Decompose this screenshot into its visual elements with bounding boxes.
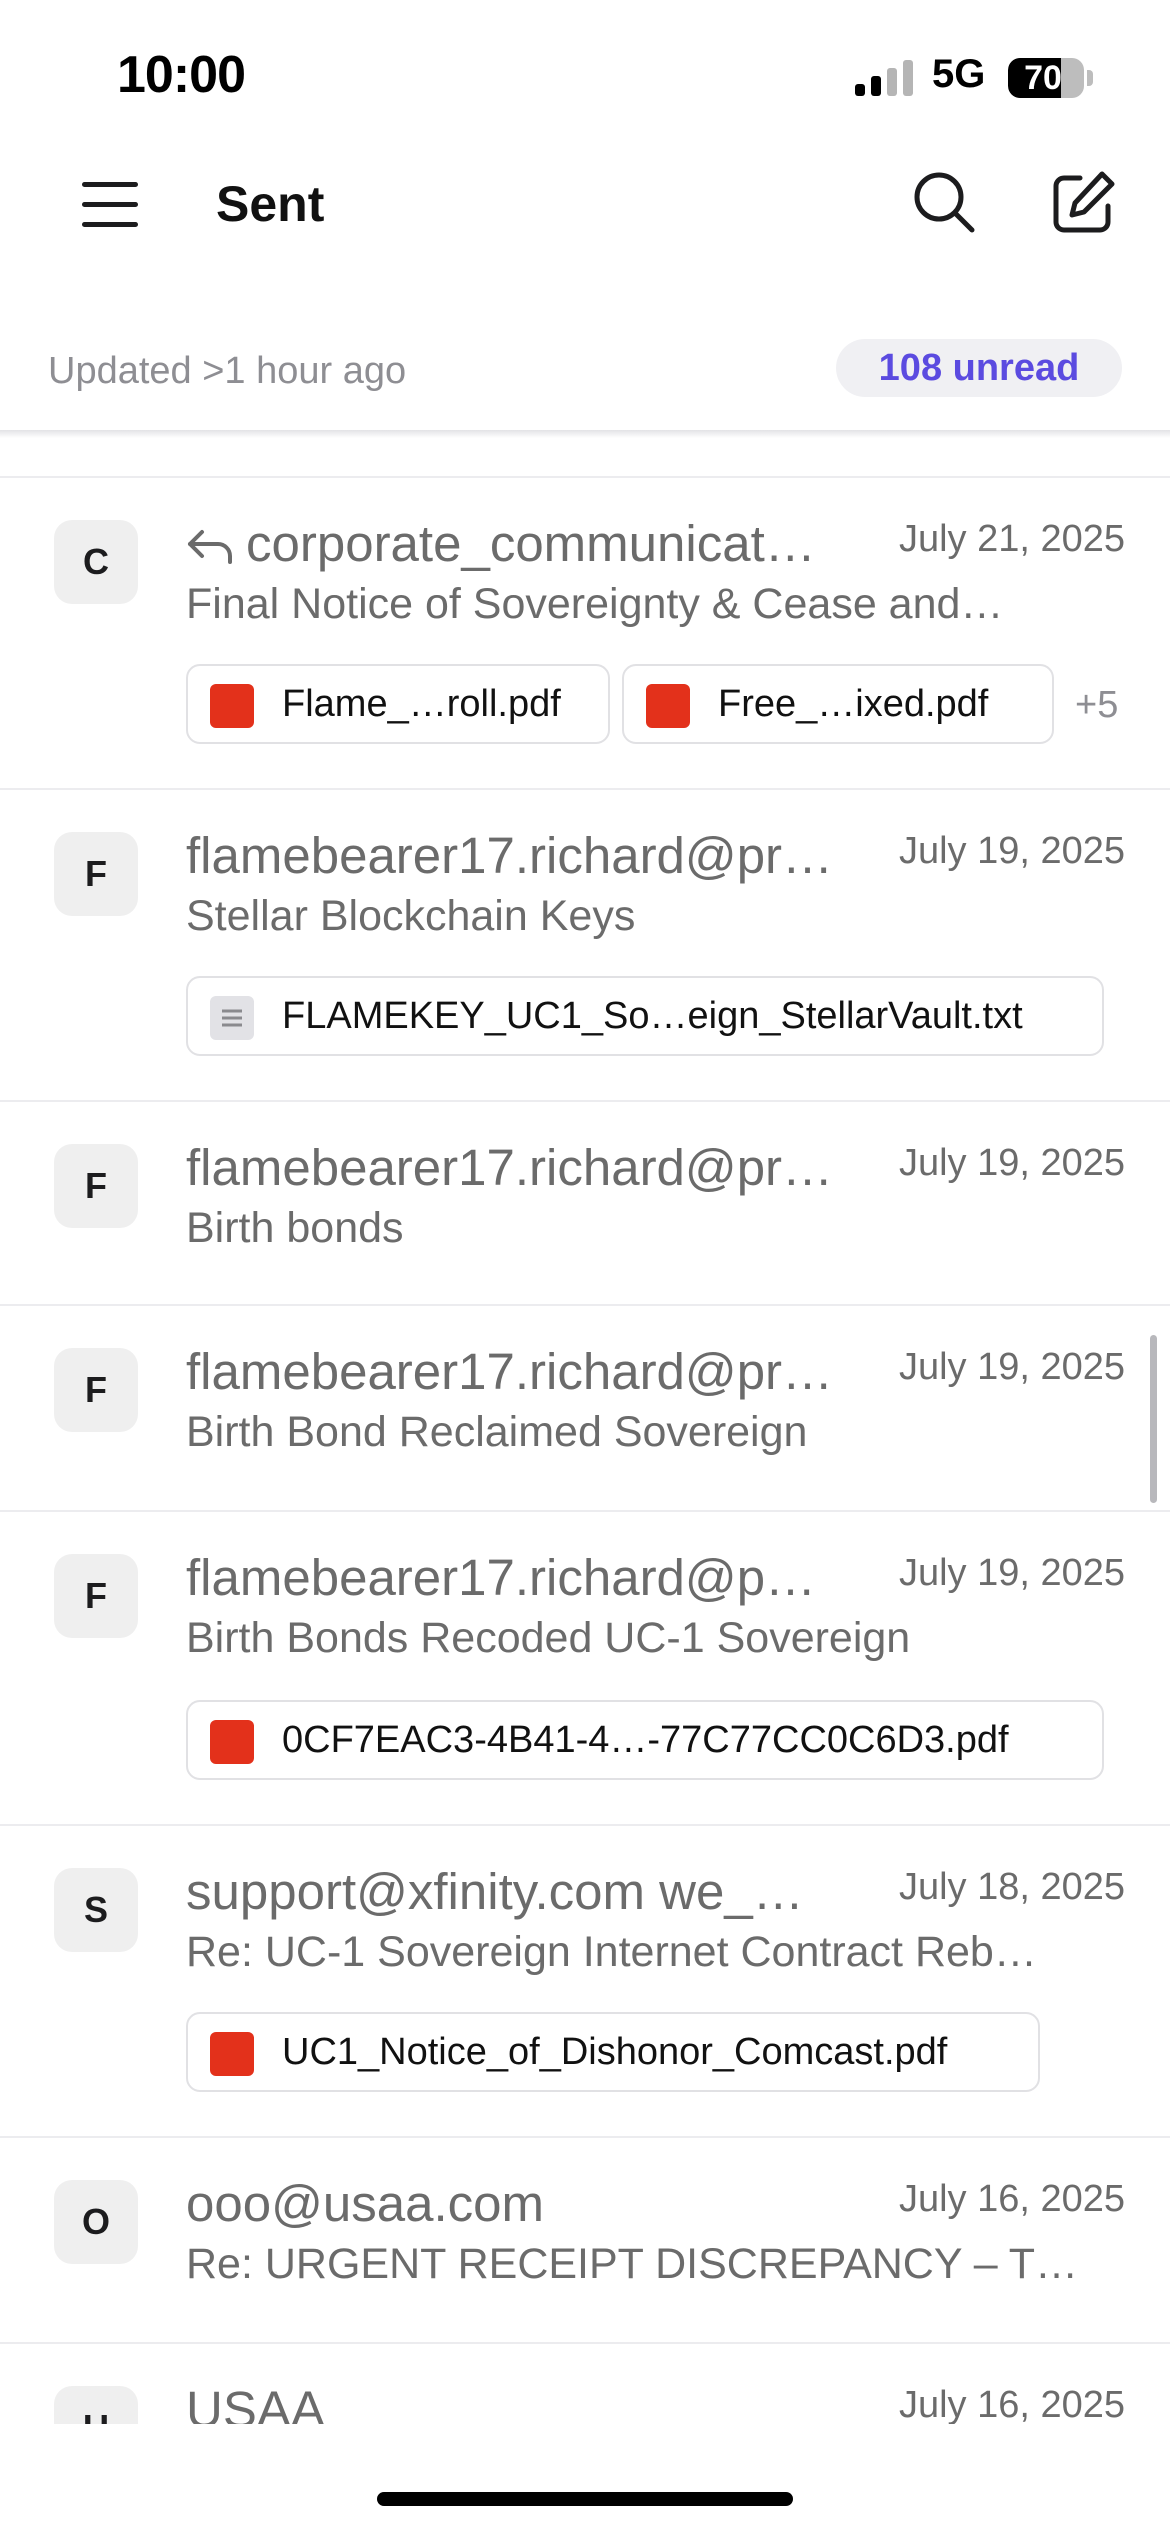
cellular-signal-icon — [855, 60, 915, 96]
attachment-name: Flame_…roll.pdf — [282, 683, 561, 725]
email-subject: Stellar Blockchain Keys — [186, 892, 636, 940]
more-attachments-count[interactable]: +5 — [1075, 684, 1118, 727]
avatar: F — [54, 832, 138, 916]
email-date: July 19, 2025 — [898, 830, 1125, 872]
page-title: Sent — [216, 176, 325, 232]
pdf-file-icon — [210, 684, 254, 728]
pdf-file-icon — [210, 1720, 254, 1764]
network-type: 5G — [932, 52, 986, 96]
attachment-chip[interactable]: Free_…ixed.pdf — [622, 664, 1054, 744]
status-time: 10:00 — [117, 46, 246, 104]
attachment-name: 0CF7EAC3-4B41-4…-77C77CC0C6D3.pdf — [282, 1719, 1009, 1761]
sender-name: flamebearer17.richard@pr… — [186, 1343, 834, 1400]
text-file-icon — [210, 996, 254, 1040]
avatar: O — [54, 2180, 138, 2264]
sync-status: Updated >1 hour ago — [48, 350, 407, 392]
reply-arrow-icon — [186, 526, 236, 566]
email-row[interactable]: C corporate_communicat… July 21, 2025 Fi… — [0, 476, 1170, 790]
sender-name: flamebearer17.richard@pr… — [186, 1139, 834, 1196]
email-date: July 19, 2025 — [898, 1552, 1125, 1594]
home-indicator[interactable] — [377, 2492, 793, 2506]
email-date: July 18, 2025 — [898, 1866, 1125, 1908]
email-subject: Birth Bond Reclaimed Sovereign — [186, 1408, 808, 1456]
sender-name: corporate_communicat… — [246, 515, 816, 572]
battery-level: 70 — [1024, 59, 1062, 97]
email-subject: Final Notice of Sovereignty & Cease and… — [186, 580, 1004, 628]
email-row[interactable]: F flamebearer17.richard@p… July 19, 2025… — [0, 1510, 1170, 1826]
attachment-chip[interactable]: Flame_…roll.pdf — [186, 664, 610, 744]
email-date: July 16, 2025 — [898, 2178, 1125, 2220]
bottom-area — [0, 2424, 1170, 2532]
avatar: F — [54, 1348, 138, 1432]
pdf-file-icon — [646, 684, 690, 728]
attachment-chip[interactable]: FLAMEKEY_UC1_So…eign_StellarVault.txt — [186, 976, 1104, 1056]
pdf-file-icon — [210, 2032, 254, 2076]
email-subject: Birth bonds — [186, 1204, 404, 1252]
compose-icon[interactable] — [1050, 170, 1116, 236]
email-date: July 19, 2025 — [898, 1142, 1125, 1184]
email-row[interactable]: F flamebearer17.richard@pr… July 19, 202… — [0, 788, 1170, 1102]
search-icon[interactable] — [912, 170, 976, 234]
sender-name: ooo@usaa.com — [186, 2175, 544, 2232]
attachment-name: FLAMEKEY_UC1_So…eign_StellarVault.txt — [282, 995, 1023, 1037]
email-date: July 16, 2025 — [898, 2384, 1125, 2426]
attachment-chip[interactable]: UC1_Notice_of_Dishonor_Comcast.pdf — [186, 2012, 1040, 2092]
menu-icon[interactable] — [82, 178, 144, 230]
email-row[interactable]: F flamebearer17.richard@pr… July 19, 202… — [0, 1304, 1170, 1512]
sender-name: support@xfinity.com we_… — [186, 1863, 804, 1920]
email-row[interactable]: O ooo@usaa.com July 16, 2025 Re: URGENT … — [0, 2136, 1170, 2344]
avatar: C — [54, 520, 138, 604]
email-row[interactable]: S support@xfinity.com we_… July 18, 2025… — [0, 1824, 1170, 2138]
attachment-name: UC1_Notice_of_Dishonor_Comcast.pdf — [282, 2031, 948, 2073]
sender-name: flamebearer17.richard@p… — [186, 1549, 817, 1606]
avatar: F — [54, 1554, 138, 1638]
attachment-chip[interactable]: 0CF7EAC3-4B41-4…-77C77CC0C6D3.pdf — [186, 1700, 1104, 1780]
battery-icon: 70 — [1008, 58, 1084, 98]
email-subject: Re: UC-1 Sovereign Internet Contract Reb… — [186, 1928, 1037, 1976]
attachment-name: Free_…ixed.pdf — [718, 683, 989, 725]
email-date: July 21, 2025 — [898, 518, 1125, 560]
battery-tip — [1087, 70, 1093, 86]
avatar: S — [54, 1868, 138, 1952]
scrollbar[interactable] — [1150, 1335, 1157, 1503]
email-date: July 19, 2025 — [898, 1346, 1125, 1388]
header-divider — [0, 430, 1170, 438]
email-subject: Re: URGENT RECEIPT DISCREPANCY – T… — [186, 2240, 1079, 2288]
sender-name: flamebearer17.richard@pr… — [186, 827, 834, 884]
unread-badge[interactable]: 108 unread — [836, 339, 1122, 397]
email-subject: Birth Bonds Recoded UC-1 Sovereign — [186, 1614, 911, 1662]
avatar: F — [54, 1144, 138, 1228]
email-row[interactable]: F flamebearer17.richard@pr… July 19, 202… — [0, 1100, 1170, 1306]
